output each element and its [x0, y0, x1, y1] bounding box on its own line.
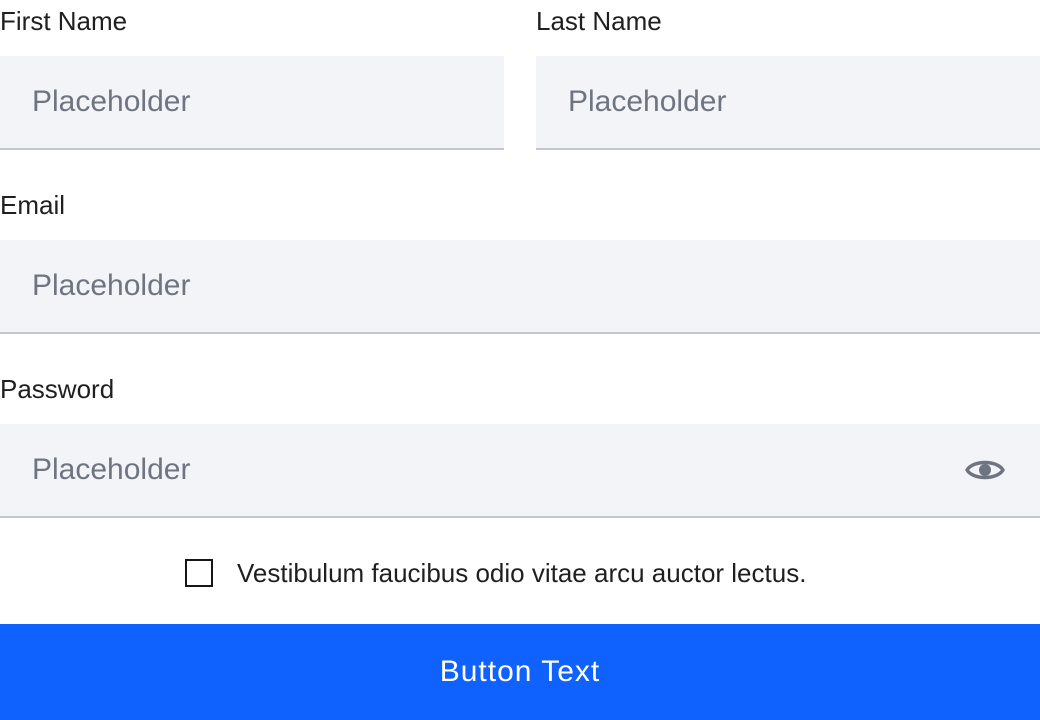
- first-name-label: First Name: [0, 6, 128, 36]
- password-input[interactable]: [0, 424, 1040, 516]
- agreement-text: Vestibulum faucibus odio vitae arcu auct…: [237, 557, 807, 588]
- email-label: Email: [0, 190, 66, 220]
- eye-icon[interactable]: [964, 456, 1006, 484]
- password-label: Password: [0, 374, 115, 404]
- last-name-input[interactable]: [536, 56, 1040, 148]
- email-input[interactable]: [0, 240, 1040, 332]
- first-name-input[interactable]: [0, 56, 504, 148]
- first-name-field: [0, 56, 504, 150]
- last-name-label: Last Name: [536, 6, 662, 36]
- agreement-row: Vestibulum faucibus odio vitae arcu auct…: [185, 556, 806, 590]
- email-field: [0, 240, 1040, 334]
- agreement-checkbox[interactable]: [185, 559, 213, 587]
- submit-button[interactable]: Button Text: [0, 624, 1040, 720]
- last-name-field: [536, 56, 1040, 150]
- password-field: [0, 424, 1040, 518]
